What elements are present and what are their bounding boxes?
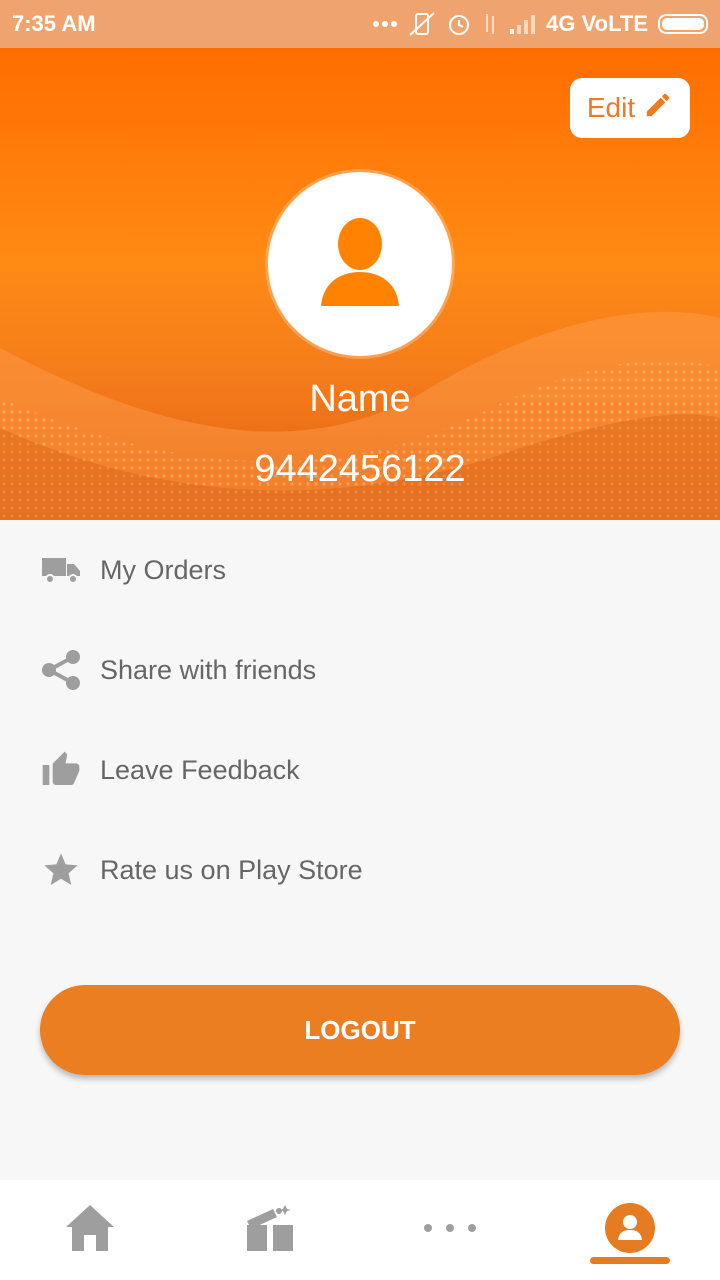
status-bar: 7:35 AM 4G VoLTE (0, 0, 720, 48)
share-icon (38, 647, 84, 693)
nav-offers[interactable] (180, 1180, 360, 1280)
edit-profile-button[interactable]: Edit (570, 78, 690, 138)
menu-item-label: Rate us on Play Store (100, 854, 363, 885)
active-tab-indicator (590, 1257, 670, 1264)
menu-item-label: Share with friends (100, 654, 317, 685)
data-arrows-icon (482, 12, 498, 36)
profile-name: Name (309, 378, 411, 420)
nav-profile[interactable] (540, 1180, 720, 1280)
status-icons: 4G VoLTE (372, 11, 708, 37)
user-silhouette-icon (315, 214, 405, 315)
menu-item-label: Leave Feedback (100, 754, 300, 785)
alarm-icon (446, 11, 472, 37)
network-label: 4G VoLTE (546, 11, 648, 36)
menu-item-rate[interactable]: Rate us on Play Store (0, 820, 720, 920)
edit-label: Edit (586, 92, 636, 123)
profile-menu: My Orders Share with friends Leave Feedb… (0, 520, 720, 920)
battery-icon (658, 14, 708, 34)
logout-button[interactable]: LOGOUT (40, 985, 680, 1075)
thumbs-up-icon (38, 747, 84, 793)
nav-home[interactable] (0, 1180, 180, 1280)
bottom-navigation (0, 1180, 720, 1280)
nav-more[interactable] (360, 1180, 540, 1280)
gift-icon (243, 1203, 297, 1258)
profile-header: Edit Name 9442456122 (0, 48, 720, 520)
status-time: 7:35 AM (12, 11, 96, 36)
avatar[interactable] (268, 172, 452, 356)
menu-item-my-orders[interactable]: My Orders (0, 520, 720, 620)
menu-item-label: My Orders (100, 554, 227, 585)
profile-phone: 9442456122 (254, 448, 466, 490)
home-icon (64, 1203, 116, 1258)
menu-item-share[interactable]: Share with friends (0, 620, 720, 720)
signal-icon (508, 13, 536, 35)
profile-icon (604, 1202, 656, 1259)
dots-icon (372, 20, 398, 28)
menu-item-feedback[interactable]: Leave Feedback (0, 720, 720, 820)
more-icon (422, 1221, 478, 1239)
vibrate-icon (408, 11, 436, 37)
pencil-icon (643, 90, 673, 127)
star-icon (38, 847, 84, 893)
truck-icon (38, 547, 84, 593)
